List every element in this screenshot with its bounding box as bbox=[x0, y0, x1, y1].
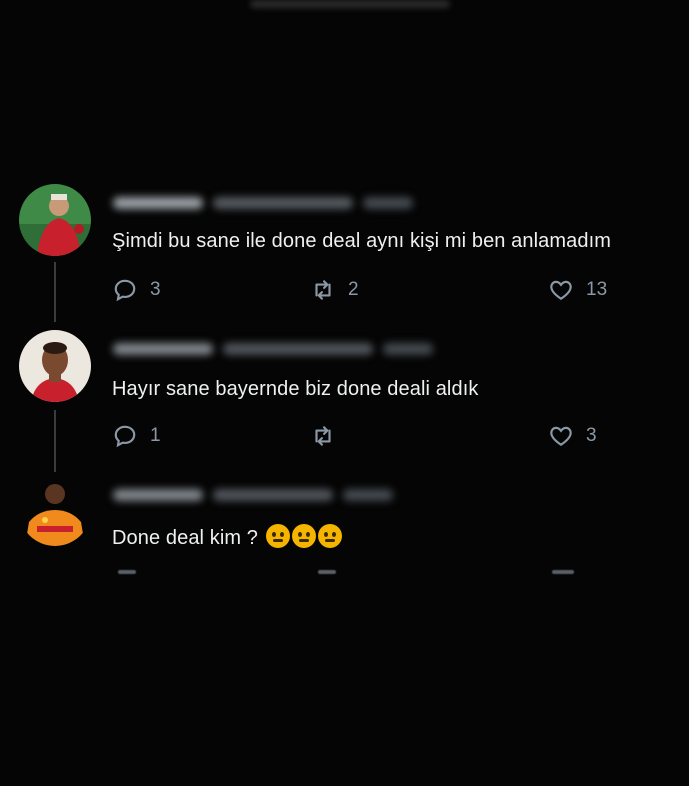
thread-line bbox=[54, 410, 56, 472]
like-count: 13 bbox=[586, 279, 608, 300]
avatar[interactable] bbox=[19, 474, 91, 546]
thinking-face-icon bbox=[291, 524, 316, 548]
reply-icon bbox=[114, 279, 136, 302]
heart-icon bbox=[550, 280, 572, 300]
reply-count: 1 bbox=[150, 425, 161, 446]
tweet-text: Şimdi bu sane ile done deal aynı kişi mi… bbox=[112, 230, 612, 252]
cut-off-actions bbox=[112, 570, 582, 580]
thinking-face-icon bbox=[265, 524, 290, 548]
tweet-header-blurred bbox=[113, 194, 413, 212]
tweet-actions: 3 2 13 bbox=[112, 277, 632, 305]
like-button[interactable]: 13 bbox=[548, 277, 607, 303]
retweet-icon bbox=[315, 280, 331, 300]
reply-button[interactable]: 3 bbox=[112, 277, 161, 303]
thinking-face-icon bbox=[317, 524, 342, 548]
tweet-actions: 1 3 bbox=[112, 423, 632, 451]
blurred-top-bar bbox=[250, 0, 450, 8]
thread-line bbox=[54, 262, 56, 322]
tweet-header-blurred bbox=[113, 486, 393, 504]
reply-count: 3 bbox=[150, 279, 161, 300]
avatar[interactable] bbox=[19, 330, 91, 402]
heart-icon bbox=[550, 426, 572, 446]
like-count: 3 bbox=[586, 425, 597, 446]
retweet-icon bbox=[315, 426, 331, 446]
retweet-button[interactable]: 2 bbox=[310, 277, 359, 303]
tweet-text: Hayır sane bayernde biz done deali aldık bbox=[112, 378, 479, 400]
retweet-count: 2 bbox=[348, 279, 359, 300]
tweet-text-content: Done deal kim ? bbox=[112, 527, 259, 549]
tweet-text: Done deal kim ? bbox=[112, 524, 342, 550]
tweet-header-blurred bbox=[113, 340, 433, 358]
reply-button[interactable]: 1 bbox=[112, 423, 161, 449]
like-button[interactable]: 3 bbox=[548, 423, 597, 449]
avatar[interactable] bbox=[19, 184, 91, 256]
retweet-button[interactable] bbox=[310, 423, 348, 449]
reply-icon bbox=[114, 425, 136, 448]
